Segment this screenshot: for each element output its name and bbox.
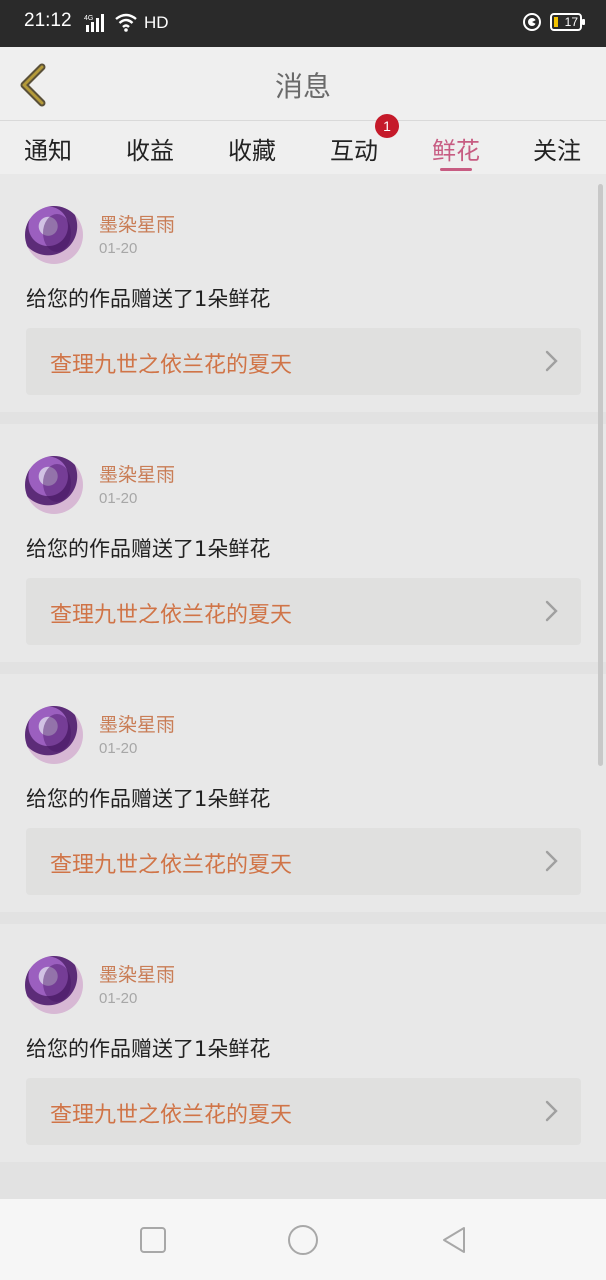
list-item: 墨染星雨 01-20 给您的作品赠送了1朵鲜花 查理九世之依兰花的夏天 [0,674,606,912]
message-date: 01-20 [99,490,138,507]
tab-bar: 通知 收益 收藏 互动 鲜花 关注 [0,120,606,174]
username[interactable]: 墨染星雨 [99,960,175,987]
chevron-right-icon [545,1100,558,1122]
avatar[interactable] [25,206,83,264]
list-item: 墨染星雨 01-20 给您的作品赠送了1朵鲜花 查理九世之依兰花的夏天 [0,174,606,412]
back-icon[interactable] [438,1224,470,1256]
message-date: 01-20 [99,740,138,757]
unread-badge: 1 [375,114,399,138]
home-icon[interactable] [287,1224,319,1256]
app-header: 消息 [0,47,606,120]
username[interactable]: 墨染星雨 [99,210,175,237]
message-text: 给您的作品赠送了1朵鲜花 [26,787,271,811]
message-date: 01-20 [99,240,138,257]
tab-earnings[interactable]: 收益 [126,131,174,166]
sync-icon [523,13,541,31]
status-right: 17 [522,12,585,32]
tab-favorites[interactable]: 收藏 [228,131,276,166]
avatar[interactable] [25,456,83,514]
work-title: 查理九世之依兰花的夏天 [50,853,293,878]
username[interactable]: 墨染星雨 [99,710,175,737]
message-text: 给您的作品赠送了1朵鲜花 [26,537,271,561]
message-list[interactable]: 墨染星雨 01-20 给您的作品赠送了1朵鲜花 查理九世之依兰花的夏天 墨染星雨… [0,174,606,1199]
tab-interactions[interactable]: 互动 [330,131,378,166]
status-time: 21:12 [24,10,72,31]
status-bar: 21:12 4G HD 17 [0,0,606,47]
system-nav-bar [0,1199,606,1280]
work-title: 查理九世之依兰花的夏天 [50,353,293,378]
network-indicators: 4G HD [84,11,169,35]
chevron-right-icon [545,350,558,372]
work-title: 查理九世之依兰花的夏天 [50,603,293,628]
signal-icon: 4G [84,14,104,32]
message-text: 给您的作品赠送了1朵鲜花 [26,287,271,311]
page-title: 消息 [274,70,331,103]
list-item: 墨染星雨 01-20 给您的作品赠送了1朵鲜花 查理九世之依兰花的夏天 [0,424,606,662]
tab-following[interactable]: 关注 [533,131,581,166]
battery-icon: 17 [550,13,585,31]
work-link[interactable]: 查理九世之依兰花的夏天 [26,828,581,895]
active-tab-indicator [440,168,472,171]
list-item: 墨染星雨 01-20 给您的作品赠送了1朵鲜花 查理九世之依兰花的夏天 [0,924,606,1162]
message-text: 给您的作品赠送了1朵鲜花 [26,1037,271,1061]
recent-apps-icon[interactable] [137,1224,169,1256]
scrollbar[interactable] [598,184,603,766]
battery-level: 17 [564,15,578,29]
work-title: 查理九世之依兰花的夏天 [50,1103,293,1128]
tab-notifications[interactable]: 通知 [24,131,72,166]
tab-flowers[interactable]: 鲜花 [432,131,480,166]
username[interactable]: 墨染星雨 [99,460,175,487]
avatar[interactable] [25,706,83,764]
chevron-right-icon [545,600,558,622]
work-link[interactable]: 查理九世之依兰花的夏天 [26,578,581,645]
avatar[interactable] [25,956,83,1014]
work-link[interactable]: 查理九世之依兰花的夏天 [26,1078,581,1145]
network-type: 4G [84,15,93,22]
wifi-icon [115,13,137,32]
messages-screen: { "status_bar": { "time": "21:12", "netw… [0,0,606,1280]
message-date: 01-20 [99,990,138,1007]
chevron-right-icon [545,850,558,872]
hd-indicator: HD [144,13,169,32]
work-link[interactable]: 查理九世之依兰花的夏天 [26,328,581,395]
